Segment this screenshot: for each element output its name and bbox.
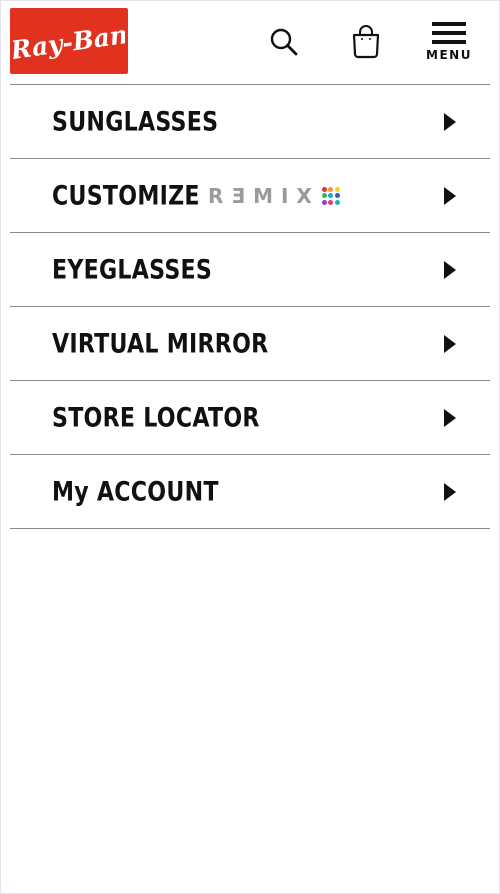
remix-dot: [328, 193, 334, 198]
nav-item-store-locator[interactable]: STORE LOCATOR: [10, 381, 490, 455]
remix-dot: [321, 186, 327, 192]
nav-item-eyeglasses[interactable]: EYEGLASSES: [10, 233, 490, 307]
remix-dot: [328, 186, 334, 192]
nav-item-virtual-mirror[interactable]: VIRTUAL MIRROR: [10, 307, 490, 381]
remix-dot: [321, 199, 327, 205]
remix-dot: [328, 199, 334, 205]
header: Ray-Ban MENU: [10, 0, 490, 84]
remix-dot: [334, 193, 340, 198]
remix-dots-icon: [321, 186, 340, 205]
chevron-right-icon: [444, 482, 456, 501]
remix-badge: RƎMIX: [208, 184, 340, 208]
shopping-bag-button[interactable]: [346, 22, 386, 62]
nav-item-label: VIRTUAL MIRROR: [52, 328, 269, 359]
chevron-right-icon: [444, 334, 456, 353]
hamburger-menu-icon: [432, 22, 466, 44]
nav-item-label: CUSTOMIZE: [52, 180, 200, 211]
remix-text: RƎMIX: [208, 183, 320, 208]
chevron-right-icon: [444, 186, 456, 205]
menu-label: MENU: [426, 48, 472, 62]
nav-item-label: STORE LOCATOR: [52, 402, 260, 433]
remix-dot: [334, 199, 340, 205]
chevron-right-icon: [444, 260, 456, 279]
search-button[interactable]: [266, 24, 302, 60]
ray-ban-logo[interactable]: Ray-Ban: [10, 8, 128, 74]
nav-item-sunglasses[interactable]: SUNGLASSES: [10, 85, 490, 159]
logo-text: Ray-Ban: [13, 20, 125, 65]
nav-item-my-account[interactable]: My ACCOUNT: [10, 455, 490, 529]
menu-button[interactable]: MENU: [424, 20, 474, 66]
nav-item-label: My ACCOUNT: [52, 476, 219, 507]
remix-dot: [321, 193, 327, 198]
main-navigation: SUNGLASSES CUSTOMIZE RƎMIX EYEGLASSES VI…: [10, 84, 490, 529]
remix-dot: [334, 186, 340, 192]
shopping-bag-icon: [352, 25, 380, 59]
chevron-right-icon: [444, 112, 456, 131]
ray-ban-logo-mark: Ray-Ban: [13, 20, 125, 65]
chevron-right-icon: [444, 408, 456, 427]
search-icon: [270, 28, 298, 56]
nav-item-customize[interactable]: CUSTOMIZE RƎMIX: [10, 159, 490, 233]
nav-item-label: EYEGLASSES: [52, 254, 213, 285]
nav-item-label: SUNGLASSES: [52, 106, 219, 137]
